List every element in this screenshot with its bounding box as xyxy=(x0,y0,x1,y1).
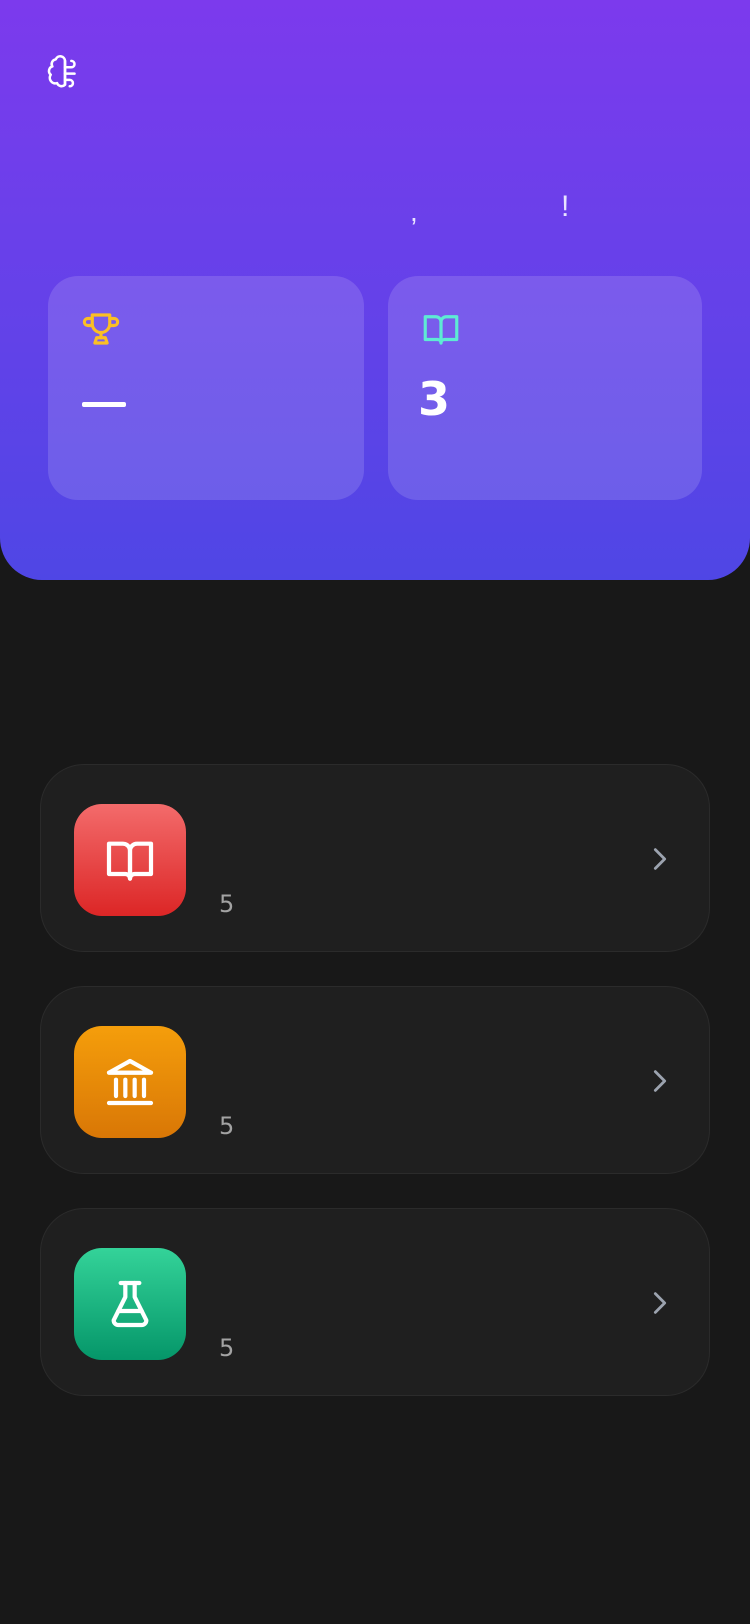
category-count: 5 xyxy=(219,1334,235,1362)
stat-empty-value xyxy=(82,402,126,407)
stat-value: 3 xyxy=(418,372,451,426)
chevron-right-icon[interactable] xyxy=(646,841,674,877)
chevron-right-icon[interactable] xyxy=(646,1285,674,1321)
category-tile xyxy=(74,1026,186,1138)
chevron-right-icon[interactable] xyxy=(646,1063,674,1099)
category-card-history[interactable]: 5 xyxy=(40,986,710,1174)
category-count: 5 xyxy=(219,890,235,918)
book-open-icon xyxy=(423,315,459,345)
category-tile xyxy=(74,1248,186,1360)
greeting-text: , xyxy=(410,196,418,227)
greeting-exclamation: ! xyxy=(561,190,570,223)
brain-icon[interactable] xyxy=(46,52,84,92)
category-card-science[interactable]: 5 xyxy=(40,1208,710,1396)
category-card-reading[interactable]: 5 xyxy=(40,764,710,952)
trophy-icon xyxy=(82,313,120,345)
stat-card-trophies xyxy=(48,276,364,500)
book-open-icon xyxy=(106,841,154,881)
category-count: 5 xyxy=(219,1112,235,1140)
bank-icon xyxy=(106,1058,154,1106)
category-tile xyxy=(74,804,186,916)
flask-icon xyxy=(111,1280,149,1328)
header-banner: , ! 3 xyxy=(0,0,750,580)
stat-card-lessons: 3 xyxy=(388,276,702,500)
